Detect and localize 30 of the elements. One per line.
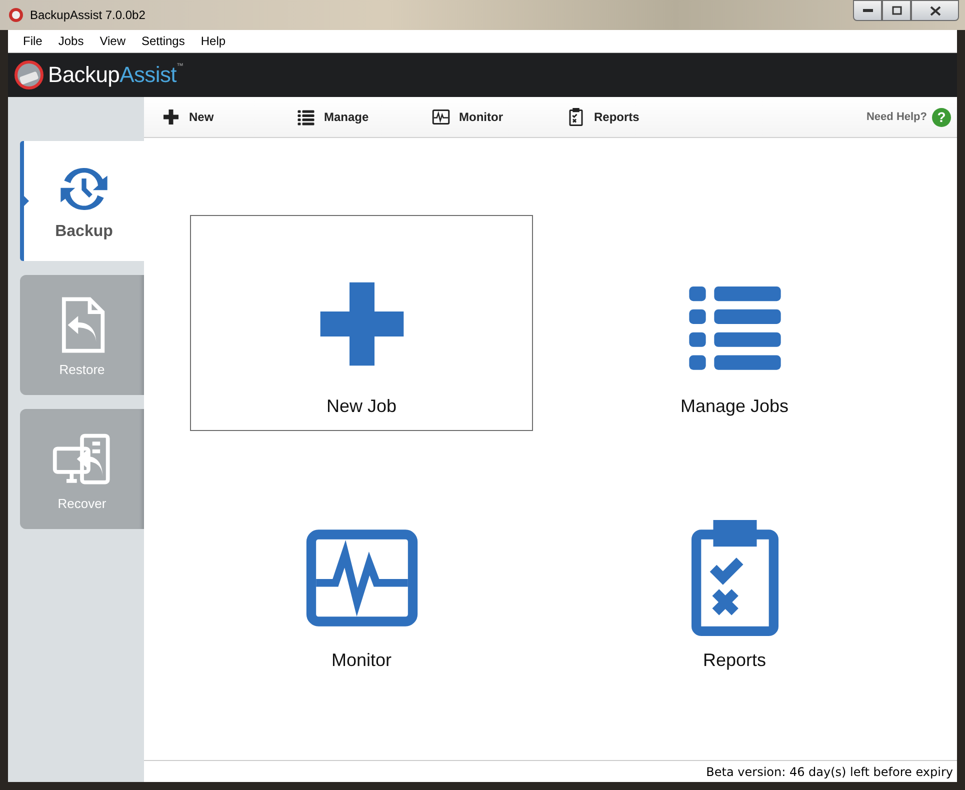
- logo-icon: [14, 60, 44, 90]
- brand-logo-text: BackupAssist$^{™}$: [48, 62, 184, 88]
- menu-item[interactable]: Jobs: [50, 34, 92, 48]
- close-icon: [930, 6, 940, 16]
- maximize-button[interactable]: [882, 0, 911, 21]
- menu-item[interactable]: Settings: [134, 34, 193, 48]
- minimize-icon: [862, 8, 872, 12]
- app-icon: [8, 7, 24, 23]
- list-icon: [297, 108, 315, 126]
- job-tile[interactable]: Reports: [563, 461, 906, 677]
- toolbar-button[interactable]: New: [162, 108, 297, 126]
- menu-item[interactable]: Help: [192, 34, 234, 48]
- toolbar-button[interactable]: Manage: [297, 108, 432, 126]
- help-link[interactable]: Need Help?: [866, 111, 927, 123]
- job-tile[interactable]: Monitor: [190, 461, 533, 677]
- job-tile[interactable]: New Job: [190, 215, 533, 431]
- close-button[interactable]: [911, 0, 959, 21]
- window-title: BackupAssist 7.0.0b2: [30, 8, 146, 22]
- clipboard-icon: [567, 108, 585, 126]
- help-button[interactable]: ?: [932, 108, 951, 126]
- plus-icon: [162, 108, 180, 126]
- minimize-button[interactable]: [853, 0, 882, 21]
- toolbar-button[interactable]: Reports: [567, 108, 667, 126]
- job-tile[interactable]: Manage Jobs: [563, 215, 906, 431]
- menu-item[interactable]: View: [92, 34, 134, 48]
- menu-item[interactable]: File: [15, 34, 50, 48]
- pulse-monitor-icon: [432, 108, 450, 126]
- toolbar-button[interactable]: Monitor: [432, 108, 567, 126]
- maximize-icon: [892, 6, 902, 15]
- sidebar-tab[interactable]: Backup: [20, 141, 144, 261]
